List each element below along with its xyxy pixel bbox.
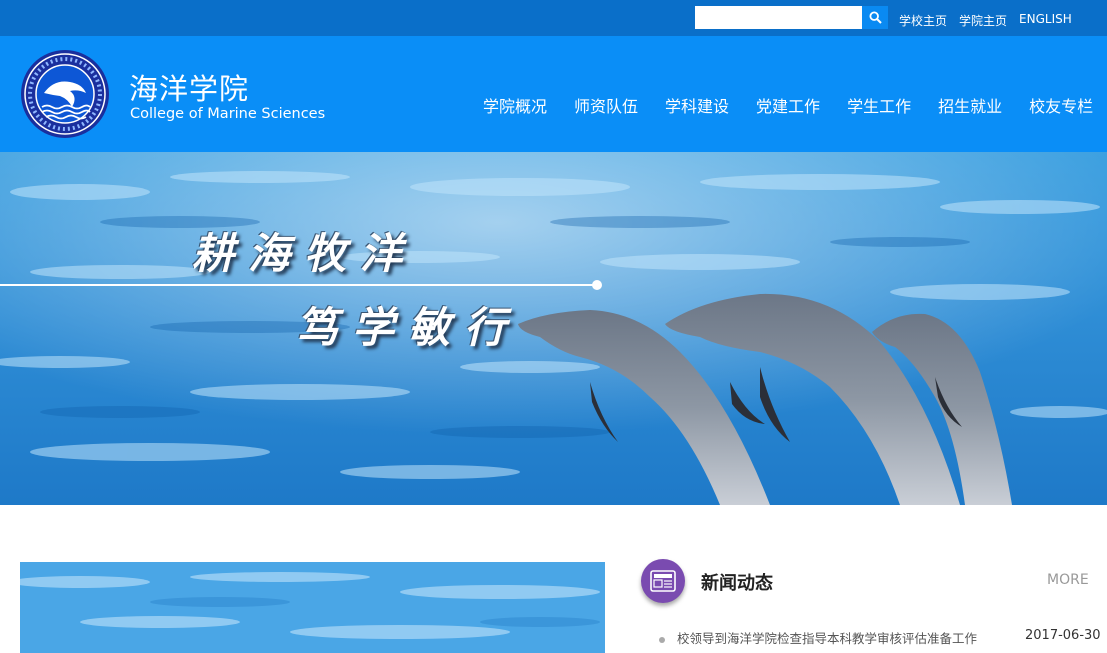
search-button[interactable] [862,6,888,29]
nav-item-party[interactable]: 党建工作 [756,93,820,117]
news-icon [641,559,685,603]
featured-photo[interactable] [20,562,605,653]
main-nav: 学院概况 师资队伍 学科建设 党建工作 学生工作 招生就业 校友专栏 [483,93,1093,117]
nav-item-faculty[interactable]: 师资队伍 [574,93,638,117]
banner-slogan-2: 笃学敏行 [296,303,521,352]
search-input[interactable] [695,6,862,29]
nav-item-admissions[interactable]: 招生就业 [938,93,1002,117]
top-bar: 学校主页 学院主页 ENGLISH [0,0,1107,36]
site-header: 海洋学院 College of Marine Sciences 学院概况 师资队… [0,36,1107,152]
news-more-link[interactable]: MORE [1047,572,1089,588]
site-title-en: College of Marine Sciences [130,106,326,122]
banner-image [0,152,1107,505]
link-college-home[interactable]: 学院主页 [959,12,1007,29]
news-section-title: 新闻动态 [701,573,773,594]
news-item-date: 2017-06-30 [1025,628,1101,643]
hero-banner: 耕海牧洋 笃学敏行 [0,152,1107,505]
top-links: 学校主页 学院主页 ENGLISH [899,12,1072,29]
news-list-item[interactable]: 校领导到海洋学院检查指导本科教学审核评估准备工作 2017-06-30 [659,628,1101,647]
nav-item-disciplines[interactable]: 学科建设 [665,93,729,117]
college-emblem[interactable] [20,49,110,139]
news-item-title[interactable]: 校领导到海洋学院检查指导本科教学审核评估准备工作 [677,628,977,647]
nav-item-overview[interactable]: 学院概况 [483,93,547,117]
bullet-icon [659,637,665,643]
link-english[interactable]: ENGLISH [1019,12,1072,29]
site-title-cn: 海洋学院 [129,72,250,106]
link-school-home[interactable]: 学校主页 [899,12,947,29]
nav-item-students[interactable]: 学生工作 [847,93,911,117]
banner-slogan-1: 耕海牧洋 [192,229,417,278]
featured-photo-image [20,562,605,653]
nav-item-alumni[interactable]: 校友专栏 [1029,93,1093,117]
search-icon [868,11,882,24]
